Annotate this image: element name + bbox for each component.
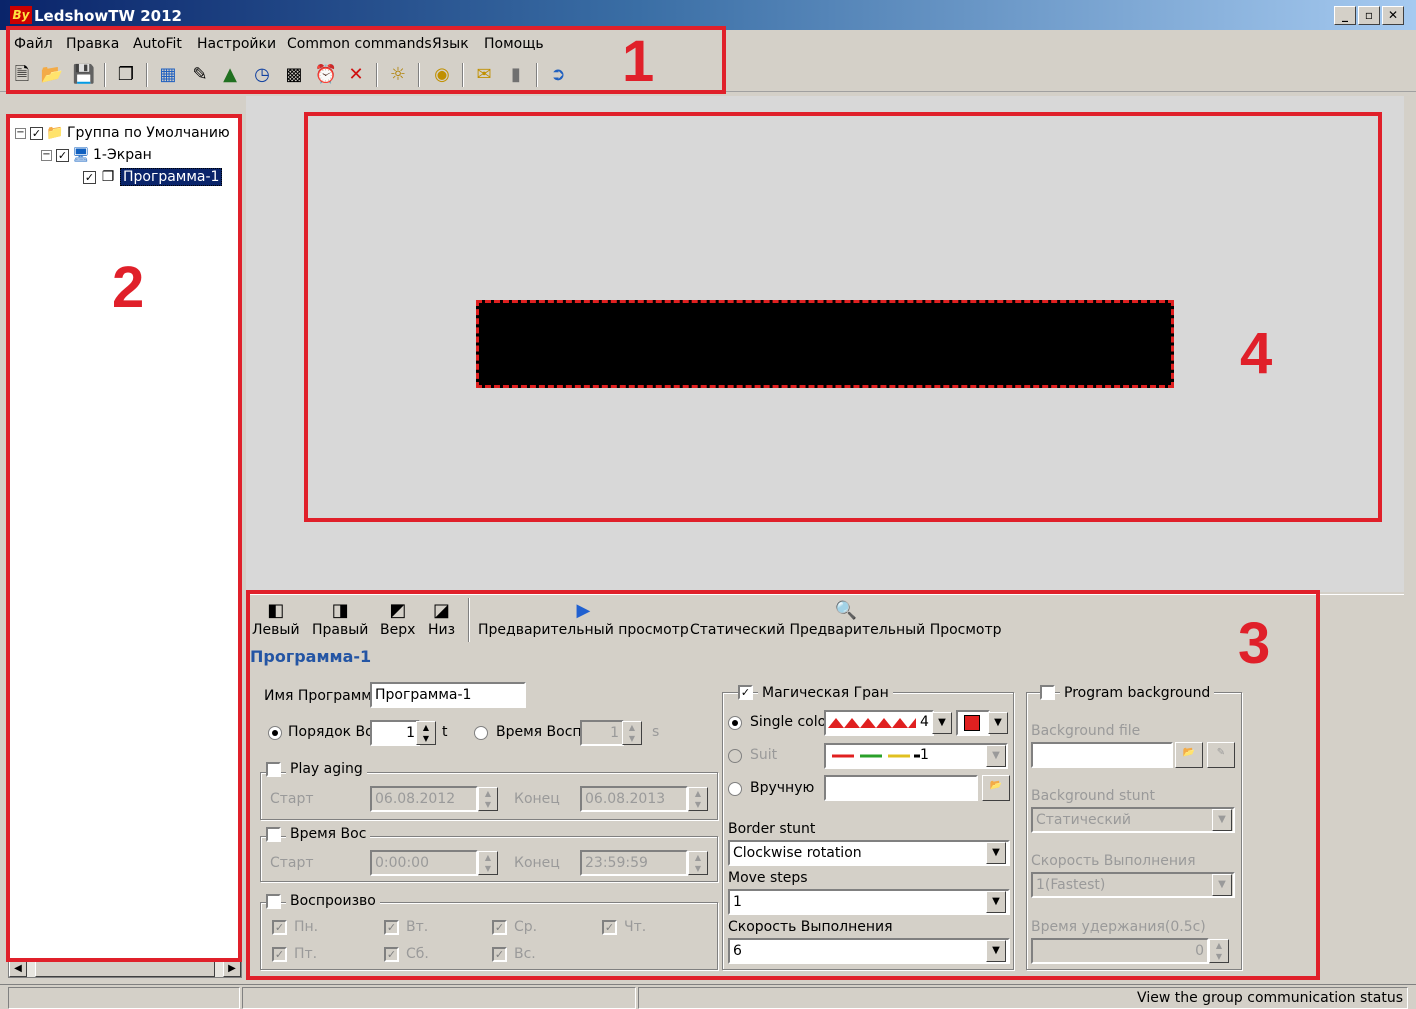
scroll-right-button[interactable]: ▶ <box>223 961 241 977</box>
status-cell-1 <box>8 987 240 1009</box>
status-bar: View the group communication status <box>0 984 1416 1009</box>
app-logo: By <box>10 6 32 24</box>
annotation-box-3 <box>246 590 1320 980</box>
close-button[interactable]: ✕ <box>1382 6 1404 25</box>
status-message: View the group communication status <box>638 987 1408 1009</box>
scroll-thumb[interactable] <box>35 961 215 977</box>
minimize-button[interactable]: _ <box>1334 6 1356 25</box>
window-title: LedshowTW 2012 <box>34 7 182 25</box>
status-cell-2 <box>242 987 636 1009</box>
annotation-box-2 <box>6 114 242 962</box>
annotation-number-4: 4 <box>1240 321 1273 386</box>
tree-horizontal-scrollbar[interactable]: ◀ ▶ <box>8 960 242 978</box>
annotation-number-3: 3 <box>1238 611 1271 676</box>
annotation-number-2: 2 <box>112 255 145 320</box>
annotation-number-1: 1 <box>622 29 655 94</box>
restore-button[interactable]: ▫ <box>1358 6 1380 25</box>
scroll-left-button[interactable]: ◀ <box>9 961 27 977</box>
annotation-box-1 <box>6 26 726 94</box>
annotation-box-4 <box>304 112 1382 522</box>
